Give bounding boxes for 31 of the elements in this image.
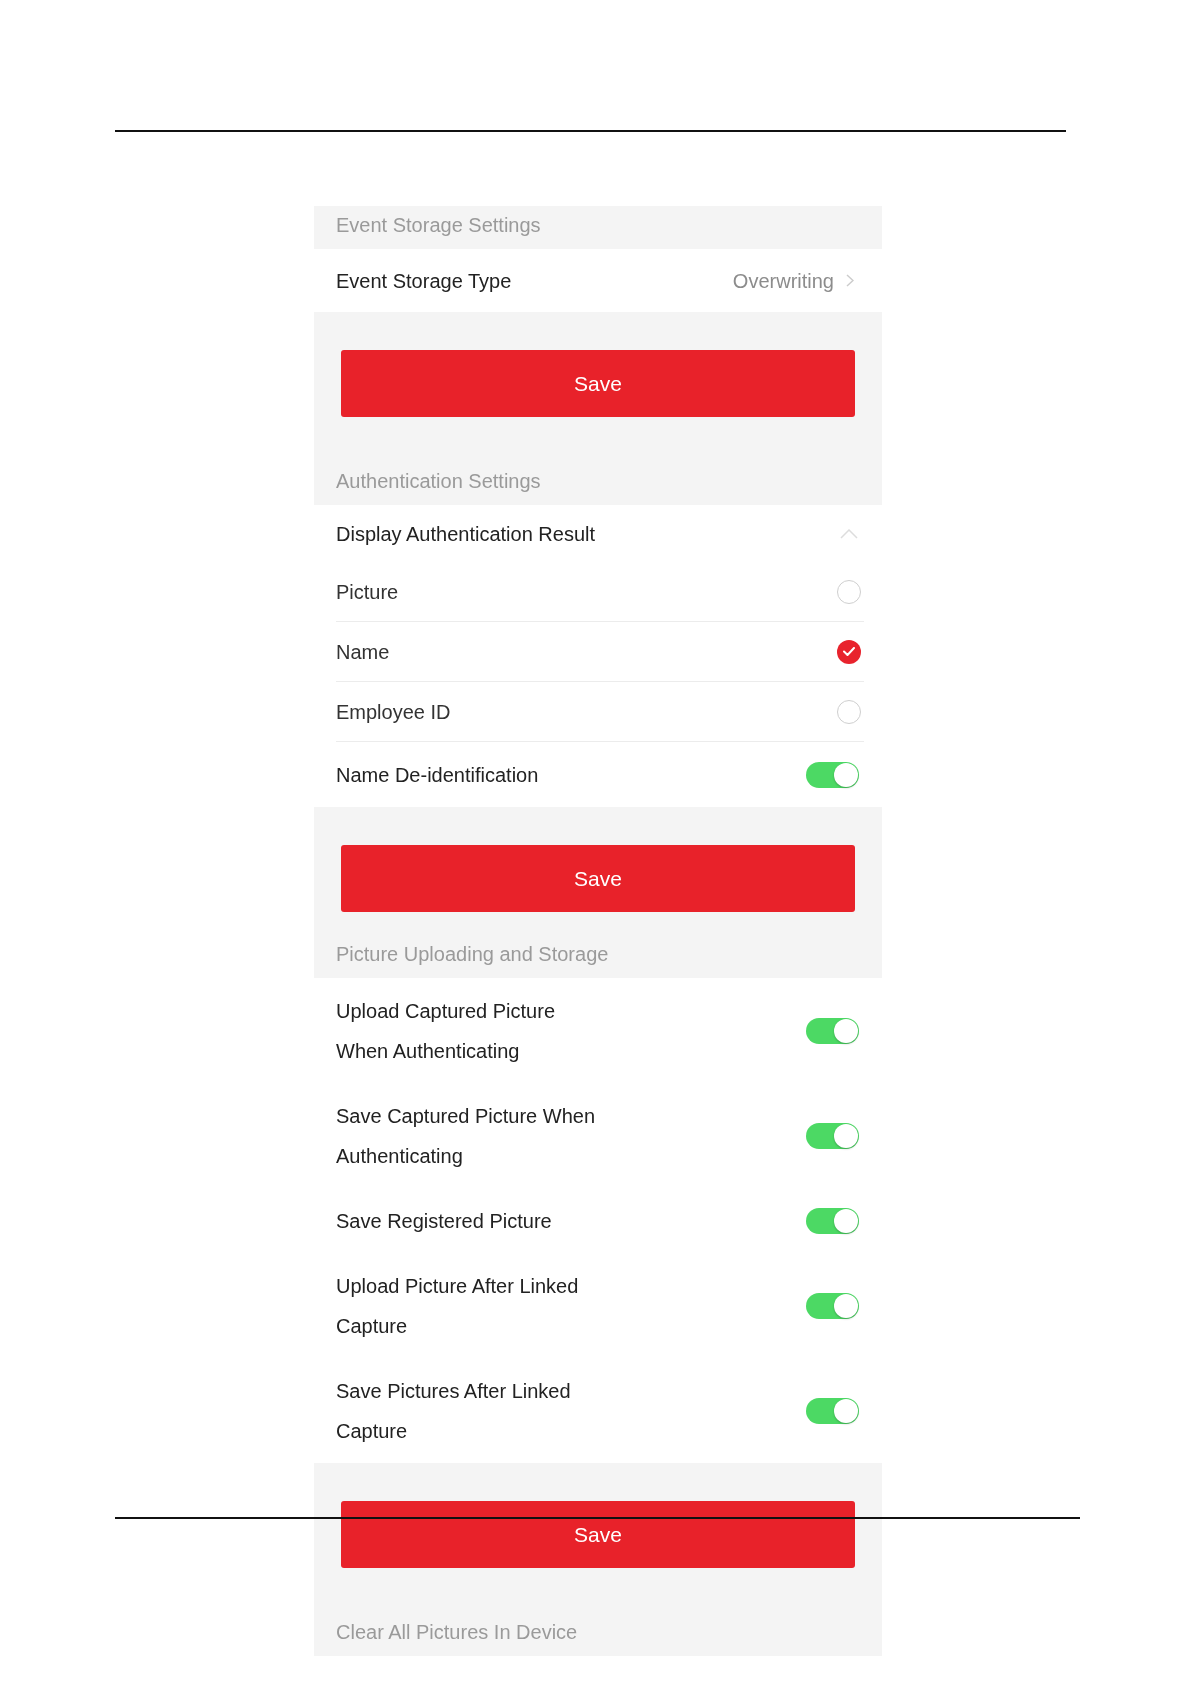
- row-label: Upload Picture After Linked Capture: [336, 1273, 580, 1339]
- save-button[interactable]: Save: [341, 350, 855, 417]
- row-label: Name De-identification: [336, 762, 539, 788]
- toggle-switch[interactable]: [806, 1292, 859, 1319]
- section-title: Authentication Settings: [336, 470, 541, 492]
- row-label: Upload Captured Picture When Authenticating: [336, 998, 556, 1064]
- row-label: Save Captured Picture When Authenticating: [336, 1103, 597, 1169]
- section-title: Clear All Pictures In Device: [336, 1621, 578, 1643]
- option-label: Name: [336, 640, 390, 663]
- radio-button[interactable]: [837, 699, 861, 724]
- checkmark-icon: [843, 647, 855, 656]
- radio-button[interactable]: [837, 579, 861, 604]
- chevron-right-icon[interactable]: [846, 274, 854, 287]
- radio-button[interactable]: [837, 639, 861, 664]
- toggle-switch[interactable]: [806, 1207, 859, 1234]
- row-label: Save Pictures After Linked Capture: [336, 1378, 572, 1444]
- row-label: Save Registered Picture: [336, 1208, 552, 1234]
- save-button[interactable]: Save: [341, 845, 855, 912]
- row-value[interactable]: Overwriting: [732, 269, 834, 292]
- row-label: Event Storage Type: [336, 269, 512, 292]
- save-button[interactable]: Save: [341, 1501, 855, 1568]
- row-label: Display Authentication Result: [336, 522, 596, 545]
- toggle-switch[interactable]: [806, 761, 859, 788]
- option-label: Employee ID: [336, 700, 451, 723]
- chevron-up-icon[interactable]: [840, 528, 858, 539]
- toggle-switch[interactable]: [806, 1122, 859, 1149]
- section-title: Event Storage Settings: [336, 214, 541, 236]
- section-title: Picture Uploading and Storage: [336, 943, 609, 965]
- option-label: Picture: [336, 580, 399, 603]
- toggle-switch[interactable]: [806, 1017, 859, 1044]
- toggle-switch[interactable]: [806, 1397, 859, 1424]
